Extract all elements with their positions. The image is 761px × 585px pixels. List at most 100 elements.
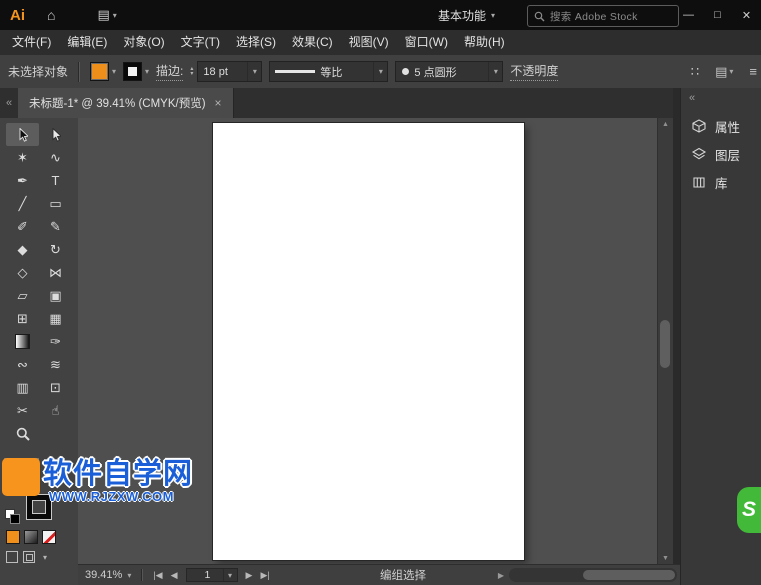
direct-selection-tool[interactable] (39, 123, 72, 146)
draw-normal-icon[interactable] (6, 551, 18, 563)
drawing-mode-caret-icon[interactable] (43, 553, 47, 562)
menu-effect[interactable]: 效果(C) (284, 30, 341, 55)
previous-artboard-button[interactable]: ◀ (171, 570, 178, 581)
artboard-tool[interactable]: ⊡ (39, 376, 72, 399)
stepper-down-icon (190, 72, 193, 77)
window-controls: — □ ✕ (674, 0, 761, 30)
selection-status-label: 未选择对象 (8, 63, 68, 80)
draw-behind-icon[interactable] (23, 551, 35, 563)
scroll-down-icon[interactable] (658, 555, 673, 562)
workspace-switcher[interactable]: 基本功能 (438, 0, 495, 30)
home-icon[interactable]: ⌂ (47, 7, 55, 23)
rectangle-tool[interactable]: ▭ (39, 192, 72, 215)
shape-builder-tool[interactable]: ▣ (39, 284, 72, 307)
stroke-swatch[interactable] (27, 495, 51, 519)
adobe-stock-search-input[interactable]: 搜索 Adobe Stock (527, 5, 679, 27)
brush-value: 5 点圆形 (414, 64, 483, 80)
artboard-tool-icon: ⊡ (50, 380, 61, 396)
next-artboard-button[interactable]: ▶ (246, 570, 253, 581)
document-tab[interactable]: 未标题-1* @ 39.41% (CMYK/预览) × (18, 88, 234, 118)
eraser-tool[interactable]: ◆ (6, 238, 39, 261)
brush-dropdown[interactable]: 5 点圆形 (395, 61, 503, 82)
floating-contact-badge: S (737, 487, 761, 533)
width-tool[interactable]: ⋈ (39, 261, 72, 284)
perspective-grid-tool[interactable]: ⊞ (6, 307, 39, 330)
divider (141, 569, 143, 581)
slice-icon: ✂ (17, 403, 28, 419)
hand-tool[interactable]: ☝ (39, 399, 72, 422)
menu-window[interactable]: 窗口(W) (397, 30, 456, 55)
symbol-sprayer-tool[interactable]: ≋ (39, 353, 72, 376)
selection-tool[interactable] (6, 123, 39, 146)
close-button[interactable]: ✕ (732, 0, 761, 30)
fill-color-dropdown[interactable] (90, 62, 116, 81)
opacity-panel-link[interactable]: 不透明度 (510, 62, 558, 81)
lasso-icon: ∿ (50, 150, 61, 166)
canvas[interactable] (78, 118, 673, 565)
grid-dots-icon[interactable]: ∷ (691, 64, 699, 80)
status-bar: 39.41% |◀ ◀ 1 ▶ ▶| 编组选择 ▶ (78, 564, 680, 585)
menu-edit[interactable]: 编辑(E) (59, 30, 115, 55)
menu-help[interactable]: 帮助(H) (456, 30, 513, 55)
control-panel-menu-icon[interactable]: ≡ (749, 64, 757, 79)
menu-view[interactable]: 视图(V) (341, 30, 397, 55)
stroke-color-dropdown[interactable] (123, 62, 149, 81)
zoom-tool[interactable] (6, 422, 39, 445)
color-button[interactable] (6, 530, 20, 544)
menu-object[interactable]: 对象(O) (115, 30, 172, 55)
blend-tool[interactable]: ∾ (6, 353, 39, 376)
slice-tool[interactable]: ✂ (6, 399, 39, 422)
width-profile-dropdown[interactable]: 等比 (269, 61, 388, 82)
stroke-panel-link[interactable]: 描边: (156, 62, 183, 81)
toolbar-collapse-button[interactable]: « (0, 88, 18, 118)
maximize-button[interactable]: □ (703, 0, 732, 30)
fill-swatch[interactable] (5, 459, 38, 492)
vertical-scrollbar[interactable] (657, 118, 673, 565)
default-fill-stroke-button[interactable] (5, 509, 21, 523)
scroll-up-icon[interactable] (658, 121, 673, 128)
horizontal-scrollbar[interactable] (509, 568, 677, 582)
workspace-label: 基本功能 (438, 7, 486, 24)
eyedropper-tool[interactable]: ✑ (39, 330, 72, 353)
layout-grid-icon: ▤ (97, 7, 109, 23)
panel-tab-libraries[interactable]: 库 (681, 168, 761, 196)
tab-close-icon[interactable]: × (215, 96, 222, 110)
pen-tool[interactable]: ✒ (6, 169, 39, 192)
document-tab-bar: « 未标题-1* @ 39.41% (CMYK/预览) × (0, 88, 673, 119)
menu-select[interactable]: 选择(S) (228, 30, 284, 55)
artboard[interactable] (213, 123, 524, 560)
scroll-right-icon[interactable]: ▶ (498, 571, 504, 580)
scale-tool[interactable]: ◇ (6, 261, 39, 284)
dock-panel-button[interactable]: ▤ (715, 64, 733, 80)
gradient-tool[interactable] (6, 330, 39, 353)
arrange-documents-button[interactable]: ▤ (97, 7, 116, 23)
zoom-level-dropdown[interactable]: 39.41% (85, 569, 131, 581)
stroke-weight-combo[interactable]: 18 pt (197, 61, 262, 82)
stroke-weight-stepper[interactable] (190, 67, 193, 77)
lasso-tool[interactable]: ∿ (39, 146, 72, 169)
magic-wand-tool[interactable]: ✶ (6, 146, 39, 169)
magnifier-icon (16, 427, 30, 441)
menu-type[interactable]: 文字(T) (173, 30, 228, 55)
vertical-scroll-thumb[interactable] (660, 320, 670, 368)
none-button[interactable] (42, 530, 56, 544)
dock-expand-button[interactable]: « (689, 92, 695, 104)
artboard-number-dropdown[interactable]: 1 (186, 568, 238, 582)
rotate-tool[interactable]: ↻ (39, 238, 72, 261)
horizontal-scroll-thumb[interactable] (583, 570, 675, 580)
panel-tab-properties[interactable]: 属性 (681, 112, 761, 140)
paintbrush-tool[interactable]: ✐ (6, 215, 39, 238)
panel-label: 库 (715, 173, 728, 192)
menu-file[interactable]: 文件(F) (4, 30, 59, 55)
line-segment-tool[interactable]: ╱ (6, 192, 39, 215)
mesh-tool[interactable]: ▦ (39, 307, 72, 330)
column-graph-tool[interactable]: ▥ (6, 376, 39, 399)
minimize-button[interactable]: — (674, 0, 703, 30)
pencil-tool[interactable]: ✎ (39, 215, 72, 238)
free-transform-tool[interactable]: ▱ (6, 284, 39, 307)
type-tool[interactable]: T (39, 169, 72, 192)
first-artboard-button[interactable]: |◀ (153, 570, 162, 581)
panel-tab-layers[interactable]: 图层 (681, 140, 761, 168)
gradient-button[interactable] (24, 530, 38, 544)
last-artboard-button[interactable]: ▶| (260, 570, 269, 581)
